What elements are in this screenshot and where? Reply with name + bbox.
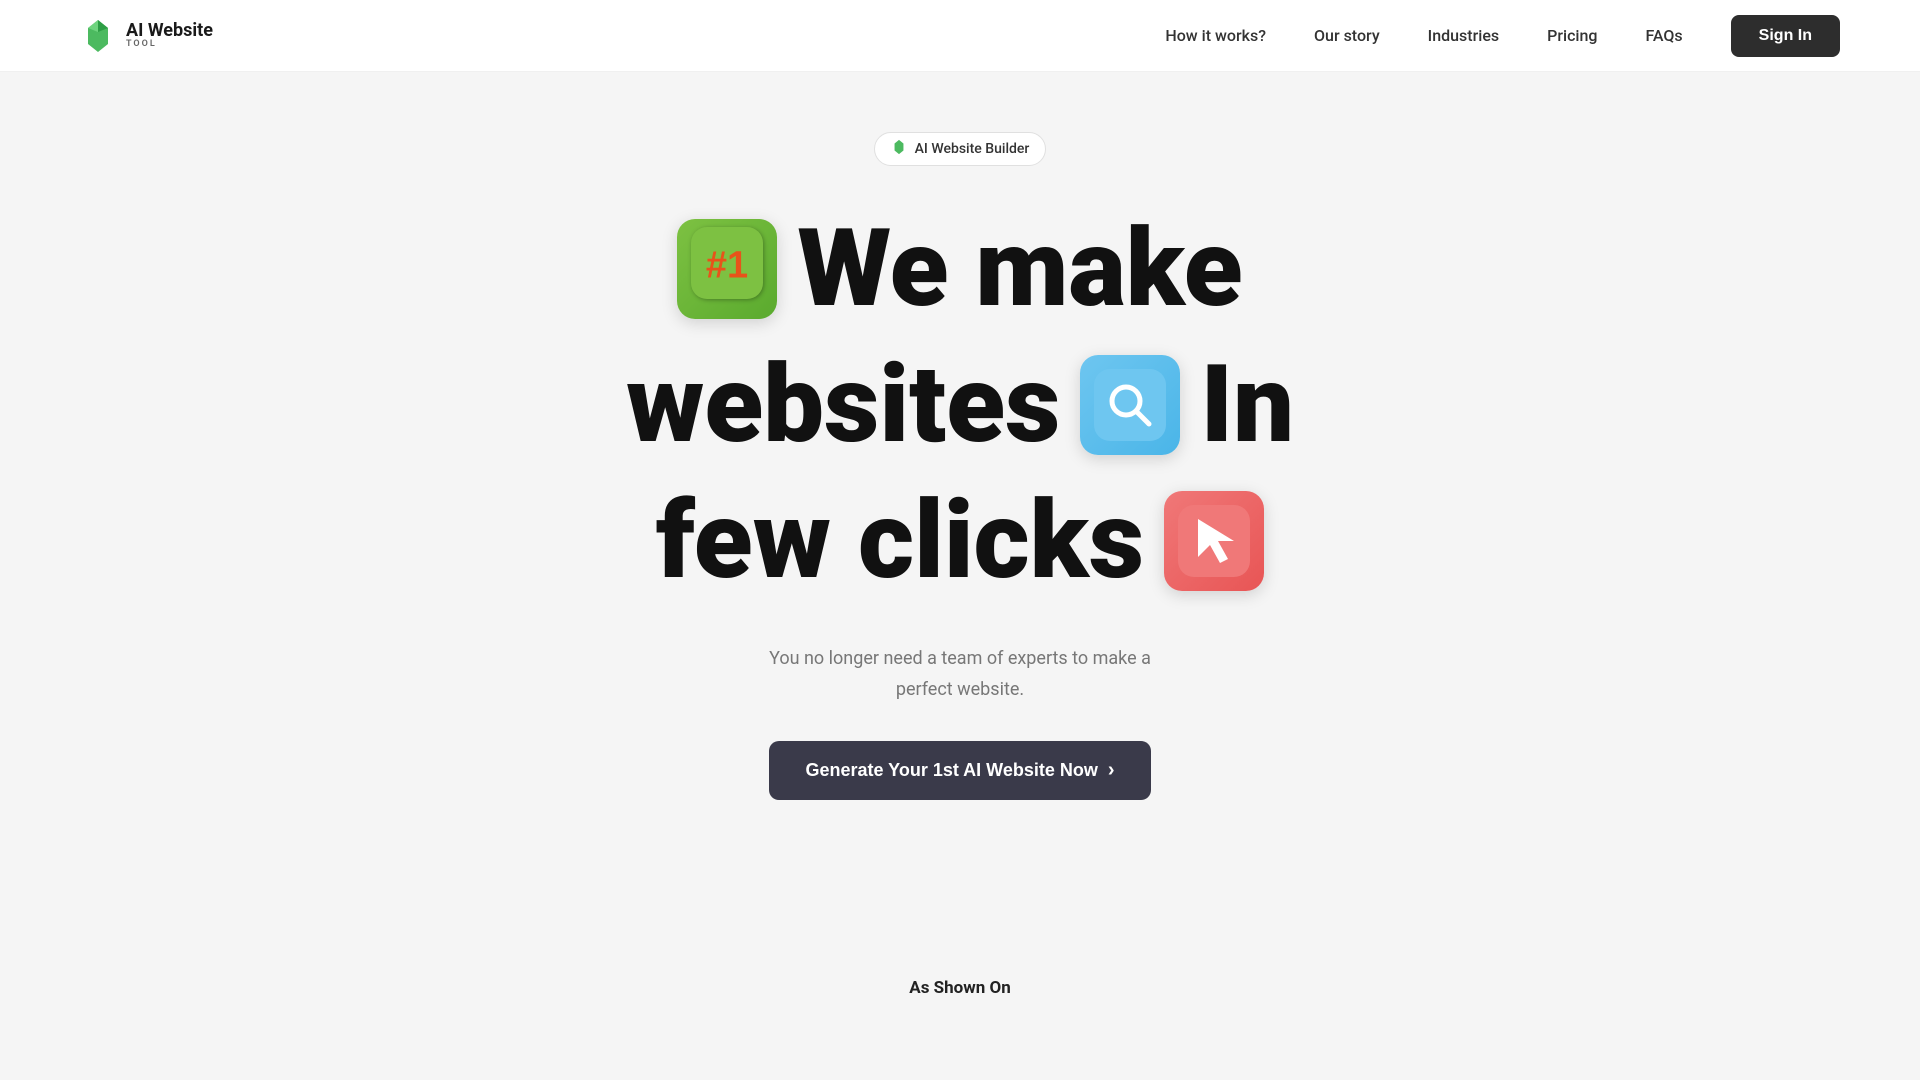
number-one-icon: #1 [677, 219, 777, 319]
hero-subtitle: You no longer need a team of experts to … [769, 644, 1151, 705]
nav-our-story[interactable]: Our story [1314, 26, 1380, 45]
as-shown-on-label: As Shown On [909, 978, 1010, 998]
nav-industries[interactable]: Industries [1428, 26, 1499, 45]
headline-text-2: websites [626, 342, 1060, 468]
headline-row-1: #1 We make [677, 206, 1242, 332]
headline-text-2b: In [1200, 342, 1294, 468]
nav-pricing[interactable]: Pricing [1547, 26, 1597, 45]
thumbnails-row [620, 848, 1300, 938]
logo[interactable]: AI Website TOOL [80, 18, 213, 54]
cursor-app-icon [1164, 491, 1264, 591]
navigation: How it works? Our story Industries Prici… [1165, 15, 1840, 57]
headline-text-3: few clicks [656, 478, 1144, 604]
search-app-icon [1080, 355, 1180, 455]
hero-section: AI Website Builder #1 We make websites [0, 72, 1920, 1038]
cta-label: Generate Your 1st AI Website Now [805, 760, 1097, 781]
logo-main-text: AI Website [126, 22, 213, 40]
cta-button[interactable]: Generate Your 1st AI Website Now › [769, 741, 1150, 800]
subtitle-line1: You no longer need a team of experts to … [769, 648, 1151, 669]
svg-text:#1: #1 [706, 244, 748, 286]
cta-arrow-icon: › [1108, 759, 1115, 782]
header: AI Website TOOL How it works? Our story … [0, 0, 1920, 72]
hero-badge: AI Website Builder [874, 132, 1047, 166]
sign-in-button[interactable]: Sign In [1731, 15, 1840, 57]
logo-icon [80, 18, 116, 54]
logo-text: AI Website TOOL [126, 22, 213, 49]
headline-row-2: websites In [626, 342, 1294, 468]
logo-sub-text: TOOL [126, 40, 213, 49]
subtitle-line2: perfect website. [896, 679, 1024, 700]
headline-row-3: few clicks [656, 478, 1264, 604]
nav-faqs[interactable]: FAQs [1645, 26, 1682, 45]
badge-label: AI Website Builder [915, 141, 1030, 157]
main-content: AI Website Builder #1 We make websites [0, 0, 1920, 1080]
headline-text-1: We make [797, 206, 1242, 332]
badge-icon [891, 139, 907, 159]
nav-how-it-works[interactable]: How it works? [1165, 26, 1266, 45]
